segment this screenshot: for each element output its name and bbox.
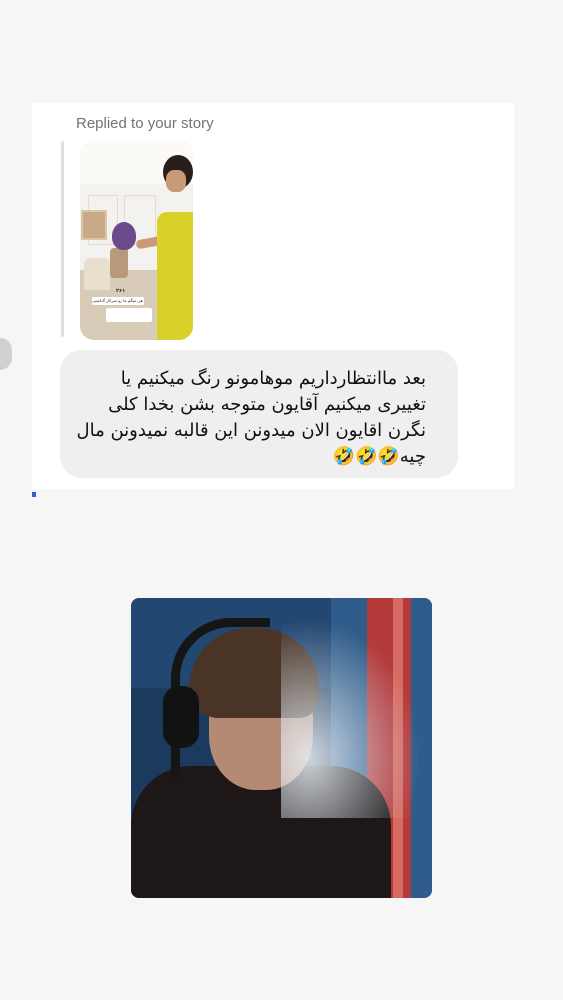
story-chair: [110, 248, 128, 278]
story-thumbnail[interactable]: ۲۶۱ فقط من که هی میگم ما رو سرکار گذاشتی…: [80, 140, 193, 340]
story-caption: فقط من که هی میگم ما رو سرکار گذاشتی 😂😂😂: [92, 297, 144, 305]
sender-avatar[interactable]: [0, 338, 12, 370]
dm-reply-card: Replied to your story ۲۶۱ فقط من که هی م…: [32, 103, 514, 489]
message-text: بعد ماانتظارداریم موهامونو رنگ میکنیم یا…: [76, 368, 426, 467]
gif-reaction-image[interactable]: [131, 598, 432, 898]
scroll-marker: [32, 492, 36, 497]
reply-quote-bar: [61, 141, 64, 337]
replied-to-story-label: Replied to your story: [76, 115, 214, 132]
gif-water-spray: [281, 618, 421, 818]
headphone-cup: [163, 686, 199, 748]
message-bubble[interactable]: بعد ماانتظارداریم موهامونو رنگ میکنیم یا…: [60, 350, 458, 478]
story-person-body: [157, 212, 193, 340]
story-counter: ۲۶۱: [116, 288, 126, 294]
story-chair: [84, 258, 110, 290]
story-painting: [81, 210, 107, 240]
story-caption-secondary: [106, 308, 152, 322]
story-person-face: [166, 170, 186, 192]
story-purple-vase: [112, 222, 136, 250]
